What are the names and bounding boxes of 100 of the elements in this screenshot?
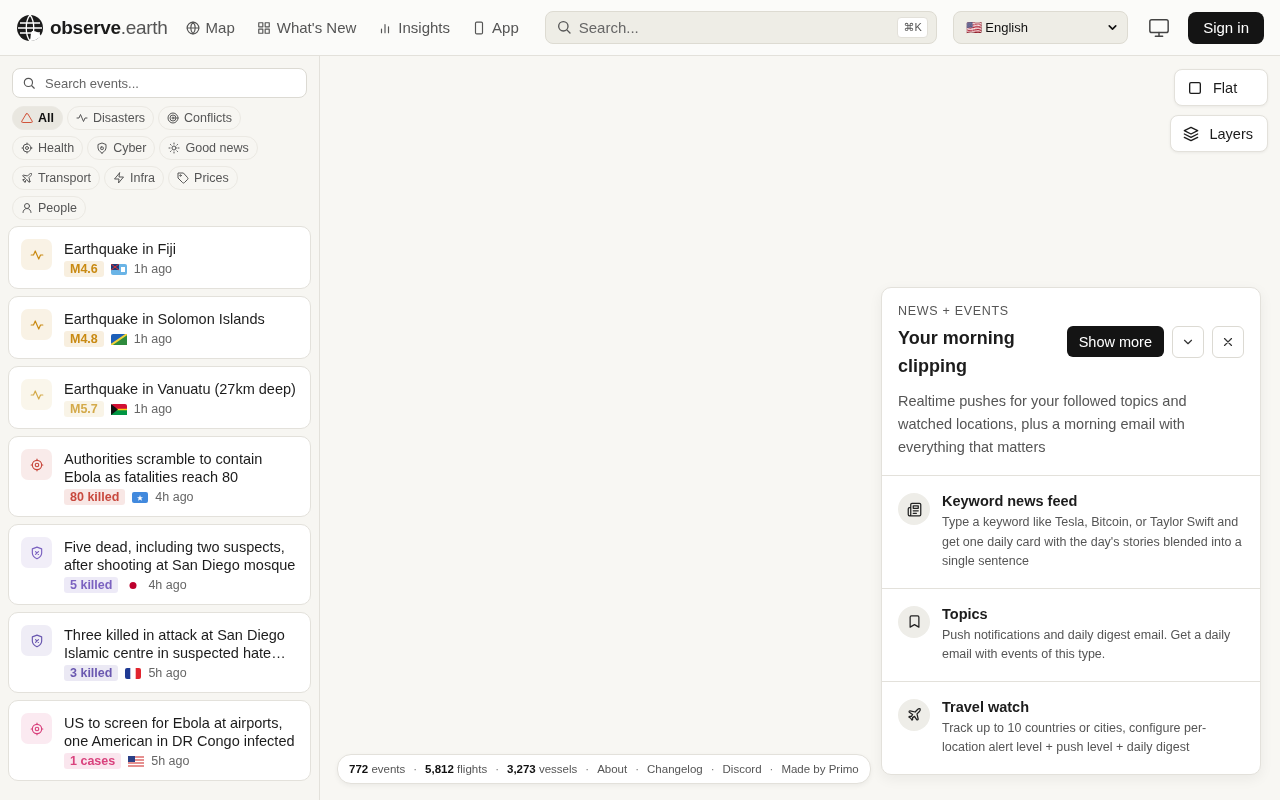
sign-in-button[interactable]: Sign in — [1188, 11, 1264, 44]
target-icon — [167, 112, 180, 124]
language-select[interactable]: 🇺🇸 English — [952, 11, 1128, 44]
filter-chip[interactable]: Infra — [104, 166, 165, 190]
filter-chip[interactable]: Conflicts — [158, 106, 241, 130]
severity-tag: M5.7 — [64, 401, 104, 417]
shield-icon — [29, 633, 44, 648]
panel-title: Your morning clipping — [898, 327, 1016, 378]
filter-chip[interactable]: Transport — [12, 166, 101, 190]
plane-icon — [906, 707, 922, 722]
event-card[interactable]: Earthquake in Solomon Islands M4.8 1h ago — [8, 296, 311, 359]
event-card[interactable]: Five dead, including two suspects, after shooting at San Diego mosque 5 killed 4h ago — [8, 524, 311, 605]
globe-logo-icon — [16, 13, 44, 42]
event-time: 4h ago — [148, 578, 187, 592]
shield-icon — [29, 545, 44, 560]
nav-link[interactable]: Insights — [368, 13, 461, 42]
separator-dot: · — [413, 763, 418, 775]
stat-count: 5,812 flights — [425, 763, 488, 775]
flag-icon — [132, 491, 149, 503]
close-icon — [1221, 335, 1235, 349]
feature-row[interactable]: Travel watch Track up to 10 countries or cities, configure per-location alert level + push level + daily digest — [882, 681, 1260, 774]
feature-title: Topics — [942, 605, 989, 622]
filter-chip[interactable]: Disasters — [67, 106, 155, 130]
separator-dot: · — [495, 763, 499, 775]
event-title: Earthquake in Fiji — [64, 240, 178, 258]
event-card[interactable]: US to screen for Ebola at airports, one American in DR Congo infected 1 cases 5h ago — [8, 700, 311, 781]
filter-chip[interactable]: Cyber — [87, 136, 156, 160]
filter-chip[interactable]: Prices — [168, 166, 238, 190]
crosshair-icon — [29, 457, 44, 472]
map-control-button[interactable]: Layers — [1170, 115, 1268, 152]
flag-icon — [110, 263, 127, 275]
stat-count: 3,273 vessels — [507, 763, 578, 775]
panel-description: Realtime pushes for your followed topics and watched locations, plus a morning email with everything that matters — [898, 392, 1188, 457]
flag-icon — [110, 333, 127, 345]
separator-dot: · — [710, 763, 715, 775]
shield-icon — [96, 142, 109, 154]
bookmark-icon — [906, 614, 922, 629]
collapse-button[interactable] — [1172, 326, 1204, 358]
person-icon — [21, 202, 33, 214]
feature-row[interactable]: Keyword news feed Type a keyword like Tesla, Bitcoin, or Taylor Swift and get one daily card with the day's stories blended into a single sentence — [882, 476, 1260, 589]
panel-eyebrow: NEWS + EVENTS — [898, 304, 1010, 318]
separator-dot: · — [635, 763, 640, 775]
event-card[interactable]: Authorities scramble to contain Ebola as fatalities reach 80 80 killed 4h ago — [8, 436, 311, 517]
nav-link[interactable]: App — [462, 13, 529, 42]
severity-tag: 80 killed — [64, 489, 126, 505]
shortcut-hint: ⌘K — [897, 17, 928, 38]
footer-link[interactable]: Made by Primo — [781, 763, 859, 775]
filter-chip[interactable]: All — [12, 106, 63, 130]
footer-link[interactable]: About — [597, 763, 628, 775]
nav-link[interactable]: What's New — [246, 13, 367, 42]
event-time: 4h ago — [155, 490, 194, 504]
event-card[interactable]: Earthquake in Vanuatu (27km deep) M5.7 1h ago — [8, 366, 311, 429]
close-button[interactable] — [1212, 326, 1244, 358]
layers-icon — [1183, 125, 1200, 142]
filter-chip[interactable]: People — [12, 196, 86, 220]
feature-description: Type a keyword like Tesla, Bitcoin, or Taylor Swift and get one daily card with the day's stories blended into a single sentence — [942, 514, 1243, 570]
crosshair-icon — [29, 721, 44, 736]
map-control-button[interactable]: Flat — [1174, 69, 1268, 106]
search-icon — [555, 19, 572, 35]
feature-description: Push notifications and daily digest email. Get a daily email with events of this type. — [942, 626, 1232, 663]
pulse-icon — [29, 387, 44, 402]
sun-icon — [168, 142, 181, 154]
filter-chip[interactable]: Good news — [159, 136, 258, 160]
feature-title: Keyword news feed — [942, 493, 1079, 509]
bolt-icon — [113, 172, 126, 184]
search-field[interactable]: Search events... — [12, 68, 307, 98]
severity-tag: M4.6 — [64, 261, 104, 277]
pulse-icon — [29, 247, 44, 262]
event-time: 1h ago — [133, 262, 173, 276]
search-icon — [22, 76, 36, 90]
plane-icon — [21, 172, 33, 184]
feature-title: Travel watch — [942, 698, 1031, 715]
pulse-icon — [76, 112, 88, 124]
monitor-icon[interactable] — [1147, 16, 1170, 39]
footer-link[interactable]: Discord — [722, 763, 762, 775]
event-card[interactable]: Earthquake in Fiji M4.6 1h ago — [8, 226, 311, 289]
severity-tag: 5 killed — [64, 577, 119, 593]
nav-link[interactable]: Map — [175, 13, 245, 42]
event-title: Authorities scramble to contain Ebola as fatalities reach 80 — [64, 450, 264, 486]
event-title: Earthquake in Vanuatu (27km deep) — [64, 380, 297, 398]
flag-icon — [125, 667, 142, 679]
event-time: 1h ago — [133, 332, 173, 346]
filter-chip[interactable]: Health — [12, 136, 84, 160]
event-title: Five dead, including two suspects, after shooting at San Diego mosque — [64, 538, 297, 574]
show-more-button[interactable]: Show more — [1066, 326, 1164, 357]
severity-tag: 3 killed — [64, 665, 119, 681]
feature-row[interactable]: Topics Push notifications and daily digest email. Get a daily email with events of this type. — [882, 588, 1260, 682]
newspaper-icon — [906, 501, 922, 517]
stat-count: 772 events — [349, 763, 406, 775]
square-icon — [1187, 79, 1203, 96]
pulse-icon — [29, 317, 44, 332]
flag-icon — [128, 755, 145, 767]
logo-text[interactable]: observe.earth — [50, 16, 168, 39]
tag-icon — [177, 172, 190, 184]
crosshair-icon — [21, 142, 33, 154]
event-title: US to screen for Ebola at airports, one American in DR Congo infected — [64, 714, 296, 750]
footer-link[interactable]: Changelog — [647, 763, 703, 775]
event-time: 5h ago — [151, 754, 190, 768]
event-card[interactable]: Three killed in attack at San Diego Islamic centre in suspected hate… 3 killed 5h ago — [8, 612, 311, 693]
separator-dot: · — [769, 763, 774, 775]
